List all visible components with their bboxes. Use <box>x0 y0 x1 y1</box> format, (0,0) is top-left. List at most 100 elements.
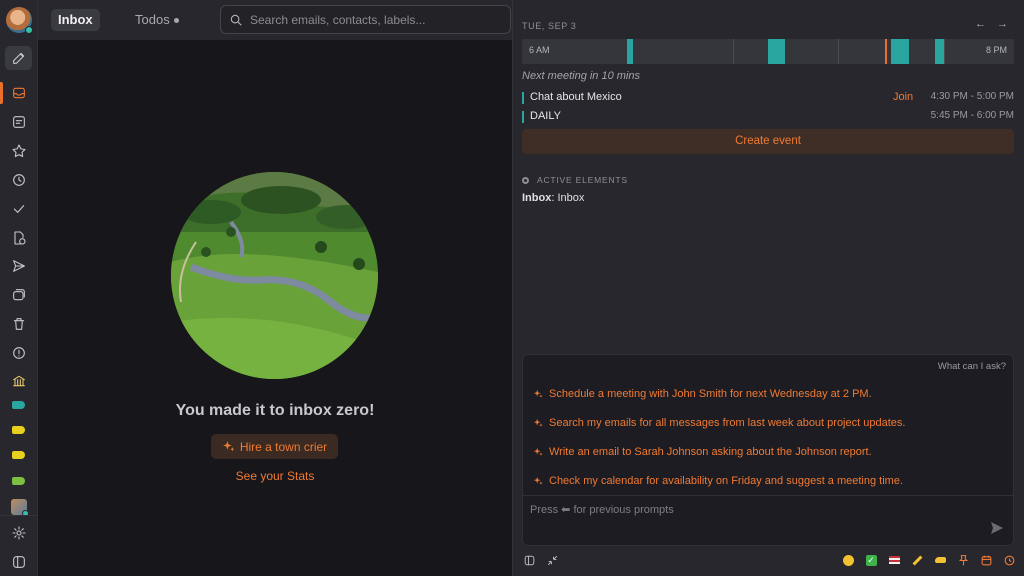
workspace-avatar <box>10 499 29 517</box>
sidebar-item-notes[interactable] <box>5 110 32 134</box>
create-event-button[interactable]: Create event <box>522 129 1014 154</box>
pencil-button[interactable] <box>910 553 924 567</box>
label-tag-icon <box>12 477 25 485</box>
collapse-button[interactable] <box>545 553 559 567</box>
suggested-prompt[interactable]: Write an email to Sarah Johnson asking a… <box>533 446 872 458</box>
pencil-icon <box>912 555 922 565</box>
suggested-prompt[interactable]: Search my emails for all messages from l… <box>533 417 905 429</box>
sidebar-label-yellow[interactable] <box>5 418 32 442</box>
emoji-button[interactable] <box>841 553 855 567</box>
sidebar-item-done[interactable] <box>5 197 32 221</box>
timeline-end-label: 8 PM <box>985 45 1007 55</box>
send-icon <box>991 522 1003 534</box>
sidebar-rail <box>0 0 38 576</box>
inbox-zero-title: You made it to inbox zero! <box>175 402 375 419</box>
sidebar-item-snoozed[interactable] <box>5 168 32 192</box>
compose-button[interactable] <box>5 46 32 70</box>
timeline-event-block[interactable] <box>627 39 633 64</box>
suggested-prompt[interactable]: Check my calendar for availability on Fr… <box>533 475 903 487</box>
event-time: 5:45 PM - 6:00 PM <box>930 110 1014 121</box>
active-elements-heading: ACTIVE ELEMENTS <box>522 175 628 185</box>
tab-todos[interactable]: Todos <box>135 9 179 31</box>
app-window: Inbox Todos Search emails, contacts, lab… <box>0 0 1024 576</box>
timeline-event-block[interactable] <box>891 39 909 64</box>
collapse-arrows-icon <box>547 555 557 565</box>
settings-icon <box>11 526 26 540</box>
label-tag-icon <box>12 451 25 459</box>
sparkle-icon <box>533 418 543 427</box>
trash-icon <box>13 318 24 330</box>
sidebar-item-bank[interactable] <box>5 369 32 393</box>
search-icon <box>230 14 242 26</box>
day-timeline[interactable]: 6 AM 8 PM <box>522 39 1014 64</box>
sparkle-icon <box>533 476 543 485</box>
timeline-event-block[interactable] <box>935 39 944 64</box>
calendar-button[interactable] <box>979 553 993 567</box>
search-box[interactable] <box>220 5 511 34</box>
suggested-prompt-text: Schedule a meeting with John Smith for n… <box>549 388 872 400</box>
shoe-icon <box>934 557 946 563</box>
hire-town-crier-label: Hire a town crier <box>239 439 328 454</box>
assistant-prompt-input[interactable] <box>530 504 970 516</box>
pin-icon <box>958 554 968 565</box>
suggested-prompt[interactable]: Schedule a meeting with John Smith for n… <box>533 388 872 400</box>
ai-assistant-box: What can I ask? Schedule a meeting with … <box>522 354 1014 546</box>
top-bar: Inbox Todos <box>38 0 512 40</box>
sparkle-icon <box>533 389 543 398</box>
sidebar-item-spam[interactable] <box>5 341 32 365</box>
label-tag-icon <box>12 426 25 434</box>
sidebar-item-trash[interactable] <box>5 312 32 336</box>
flag-button[interactable] <box>887 553 901 567</box>
flag-icon <box>888 556 900 564</box>
sidebar-item-drafts[interactable] <box>5 226 32 250</box>
active-elements-icon <box>522 177 529 184</box>
sidebar-label-teal[interactable] <box>5 393 32 417</box>
active-element-label: Inbox <box>522 192 552 204</box>
panel-toolbar-right: ✓ <box>841 553 1016 567</box>
event-name: DAILY <box>530 110 561 122</box>
tab-todos-label: Todos <box>135 12 170 27</box>
timer-button[interactable] <box>1002 553 1016 567</box>
sidebar-item-inbox[interactable] <box>5 81 32 105</box>
inbox-pane: You made it to inbox zero! Hire a town c… <box>38 40 512 576</box>
panel-toolbar-left <box>522 553 559 567</box>
sidebar-item-sent[interactable] <box>5 254 32 278</box>
send-prompt-button[interactable] <box>989 520 1005 536</box>
inbox-zero-illustration <box>171 172 378 379</box>
toggle-panel-button[interactable] <box>522 553 536 567</box>
calendar-event[interactable]: DAILY 5:45 PM - 6:00 PM <box>522 110 1014 124</box>
active-indicator <box>0 82 3 104</box>
hire-town-crier-button[interactable]: Hire a town crier <box>211 434 338 459</box>
active-element-value: : Inbox <box>551 192 585 204</box>
star-icon <box>11 144 26 158</box>
pin-button[interactable] <box>956 553 970 567</box>
check-button[interactable]: ✓ <box>864 553 878 567</box>
timeline-start-label: 6 AM <box>529 45 550 55</box>
green-check-icon: ✓ <box>865 554 877 566</box>
compose-icon <box>12 52 24 64</box>
sidebar-item-all-mail[interactable] <box>5 283 32 307</box>
online-status-dot <box>25 26 33 34</box>
sidebar-label-green[interactable] <box>5 469 32 493</box>
sidebar-label-yellow-2[interactable] <box>5 443 32 467</box>
shoe-button[interactable] <box>933 553 947 567</box>
what-can-i-ask-link[interactable]: What can I ask? <box>938 361 1006 372</box>
timeline-event-block[interactable] <box>768 39 785 64</box>
tab-inbox[interactable]: Inbox <box>51 9 100 31</box>
calendar-nav-arrows[interactable]: ← → <box>975 18 1012 30</box>
label-tag-icon <box>12 401 25 409</box>
event-color-bar <box>522 92 524 104</box>
see-stats-link[interactable]: See your Stats <box>38 469 512 483</box>
alert-icon <box>12 347 25 359</box>
sidebar-item-starred[interactable] <box>5 139 32 163</box>
active-element-entry: Inbox: Inbox <box>522 192 584 204</box>
join-meeting-link[interactable]: Join <box>893 91 913 103</box>
inbox-icon <box>12 87 25 99</box>
search-input[interactable] <box>250 12 500 27</box>
collapse-sidebar-button[interactable] <box>5 550 32 574</box>
calendar-event[interactable]: Chat about Mexico Join 4:30 PM - 5:00 PM <box>522 91 1014 105</box>
collapse-sidebar-icon <box>12 556 25 568</box>
avatar[interactable] <box>6 7 33 34</box>
hour-gridline <box>838 39 839 64</box>
settings-button[interactable] <box>5 521 32 545</box>
